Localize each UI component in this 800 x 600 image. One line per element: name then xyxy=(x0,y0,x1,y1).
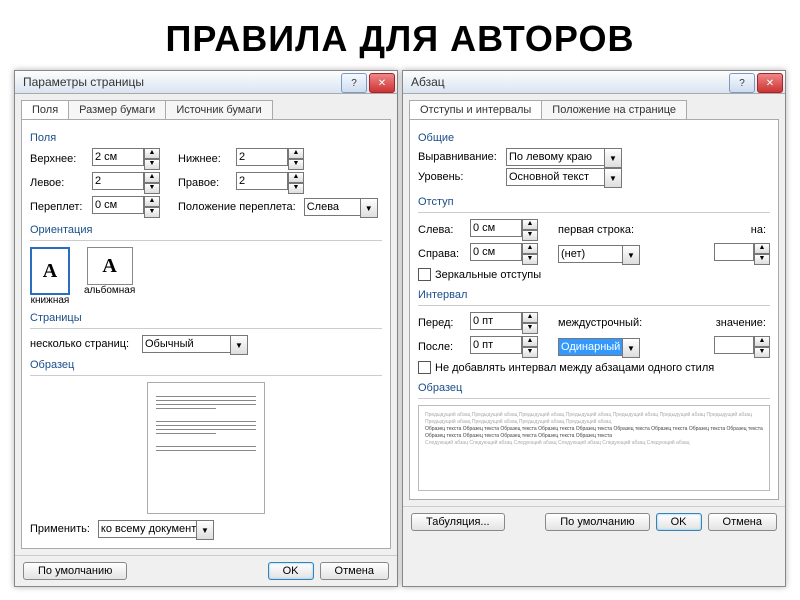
general-group-label: Общие xyxy=(418,132,770,144)
spin-down-icon[interactable]: ▼ xyxy=(288,183,304,194)
sample-group-label: Образец xyxy=(30,359,382,371)
default-button[interactable]: По умолчанию xyxy=(545,513,649,531)
spin-up-icon[interactable]: ▲ xyxy=(288,172,304,183)
spin-up-icon[interactable]: ▲ xyxy=(144,196,160,207)
paragraph-dialog: Абзац ? ✕ Отступы и интервалы Положение … xyxy=(402,70,786,587)
space-after-label: После: xyxy=(418,341,466,353)
line-spacing-label: междустрочный: xyxy=(558,317,644,329)
first-line-by-input[interactable] xyxy=(714,243,754,261)
chevron-down-icon[interactable]: ▼ xyxy=(360,198,378,218)
no-space-same-style-checkbox[interactable] xyxy=(418,361,431,374)
chevron-down-icon[interactable]: ▼ xyxy=(604,168,622,188)
spin-down-icon[interactable]: ▼ xyxy=(522,323,538,334)
gutter-label: Переплет: xyxy=(30,201,88,213)
right-input[interactable] xyxy=(236,172,288,190)
paragraph-preview: Предыдущий абзац Предыдущий абзац Предыд… xyxy=(418,405,770,491)
portrait-icon: A xyxy=(30,247,70,295)
indent-left-input[interactable] xyxy=(470,219,522,237)
indent-right-label: Справа: xyxy=(418,248,466,260)
spin-up-icon[interactable]: ▲ xyxy=(144,172,160,183)
spin-down-icon[interactable]: ▼ xyxy=(754,347,770,358)
space-before-input[interactable] xyxy=(470,312,522,330)
cancel-button[interactable]: Отмена xyxy=(708,513,777,531)
chevron-down-icon[interactable]: ▼ xyxy=(604,148,622,168)
spin-up-icon[interactable]: ▲ xyxy=(522,243,538,254)
gutter-pos-label: Положение переплета: xyxy=(178,201,296,213)
spin-down-icon[interactable]: ▼ xyxy=(144,183,160,194)
space-after-input[interactable] xyxy=(470,336,522,354)
left-label: Левое: xyxy=(30,177,88,189)
titlebar[interactable]: Параметры страницы ? ✕ xyxy=(15,71,397,94)
page-preview xyxy=(147,382,265,514)
at-label: значение: xyxy=(716,317,766,329)
indent-right-input[interactable] xyxy=(470,243,522,261)
indent-left-label: Слева: xyxy=(418,224,466,236)
top-input[interactable] xyxy=(92,148,144,166)
page-setup-dialog: Параметры страницы ? ✕ Поля Размер бумаг… xyxy=(14,70,398,587)
ok-button[interactable]: OK xyxy=(656,513,702,531)
page-title: ПРАВИЛА ДЛЯ АВТОРОВ xyxy=(0,18,800,60)
orientation-group-label: Ориентация xyxy=(30,224,382,236)
tab-line-breaks[interactable]: Положение на странице xyxy=(541,100,687,119)
spin-down-icon[interactable]: ▼ xyxy=(144,207,160,218)
bottom-label: Нижнее: xyxy=(178,153,232,165)
top-label: Верхнее: xyxy=(30,153,88,165)
chevron-down-icon[interactable]: ▼ xyxy=(196,520,214,540)
tab-paper-source[interactable]: Источник бумаги xyxy=(165,100,272,119)
alignment-label: Выравнивание: xyxy=(418,151,502,163)
spin-up-icon[interactable]: ▲ xyxy=(754,243,770,254)
chevron-down-icon[interactable]: ▼ xyxy=(230,335,248,355)
sample-group-label: Образец xyxy=(418,382,770,394)
spin-up-icon[interactable]: ▲ xyxy=(144,148,160,159)
dialog-title: Абзац xyxy=(411,75,445,89)
cancel-button[interactable]: Отмена xyxy=(320,562,389,580)
spin-up-icon[interactable]: ▲ xyxy=(522,312,538,323)
spin-up-icon[interactable]: ▲ xyxy=(288,148,304,159)
spin-up-icon[interactable]: ▲ xyxy=(754,336,770,347)
bottom-input[interactable] xyxy=(236,148,288,166)
multi-pages-label: несколько страниц: xyxy=(30,338,138,350)
tabs-button[interactable]: Табуляция... xyxy=(411,513,505,531)
orientation-landscape[interactable]: Aальбомная xyxy=(84,247,135,306)
spin-up-icon[interactable]: ▲ xyxy=(522,336,538,347)
dialog-title: Параметры страницы xyxy=(23,75,144,89)
spacing-group-label: Интервал xyxy=(418,289,770,301)
spin-down-icon[interactable]: ▼ xyxy=(754,254,770,265)
pages-group-label: Страницы xyxy=(30,312,382,324)
fields-group-label: Поля xyxy=(30,132,382,144)
help-icon[interactable]: ? xyxy=(729,73,755,93)
spin-down-icon[interactable]: ▼ xyxy=(522,254,538,265)
gutter-input[interactable] xyxy=(92,196,144,214)
close-icon[interactable]: ✕ xyxy=(369,73,395,93)
tab-indents-spacing[interactable]: Отступы и интервалы xyxy=(409,100,542,119)
mirror-indents-checkbox[interactable] xyxy=(418,268,431,281)
spin-down-icon[interactable]: ▼ xyxy=(522,347,538,358)
help-icon[interactable]: ? xyxy=(341,73,367,93)
line-spacing-at-input[interactable] xyxy=(714,336,754,354)
first-line-label: первая строка: xyxy=(558,224,636,236)
space-before-label: Перед: xyxy=(418,317,466,329)
tab-fields[interactable]: Поля xyxy=(21,100,69,119)
chevron-down-icon[interactable]: ▼ xyxy=(622,245,640,265)
landscape-icon: A xyxy=(87,247,133,285)
indent-group-label: Отступ xyxy=(418,196,770,208)
chevron-down-icon[interactable]: ▼ xyxy=(622,338,640,358)
spin-up-icon[interactable]: ▲ xyxy=(522,219,538,230)
spin-down-icon[interactable]: ▼ xyxy=(522,230,538,241)
titlebar[interactable]: Абзац ? ✕ xyxy=(403,71,785,94)
spin-down-icon[interactable]: ▼ xyxy=(144,159,160,170)
tab-paper-size[interactable]: Размер бумаги xyxy=(68,100,166,119)
default-button[interactable]: По умолчанию xyxy=(23,562,127,580)
close-icon[interactable]: ✕ xyxy=(757,73,783,93)
left-input[interactable] xyxy=(92,172,144,190)
mirror-indents-label: Зеркальные отступы xyxy=(435,269,541,281)
orientation-portrait[interactable]: Aкнижная xyxy=(30,247,70,306)
no-space-same-style-label: Не добавлять интервал между абзацами одн… xyxy=(435,362,714,374)
spin-down-icon[interactable]: ▼ xyxy=(288,159,304,170)
apply-to-label: Применить: xyxy=(30,523,90,535)
right-label: Правое: xyxy=(178,177,232,189)
outline-level-label: Уровень: xyxy=(418,171,502,183)
by-label: на: xyxy=(751,224,766,236)
ok-button[interactable]: OK xyxy=(268,562,314,580)
